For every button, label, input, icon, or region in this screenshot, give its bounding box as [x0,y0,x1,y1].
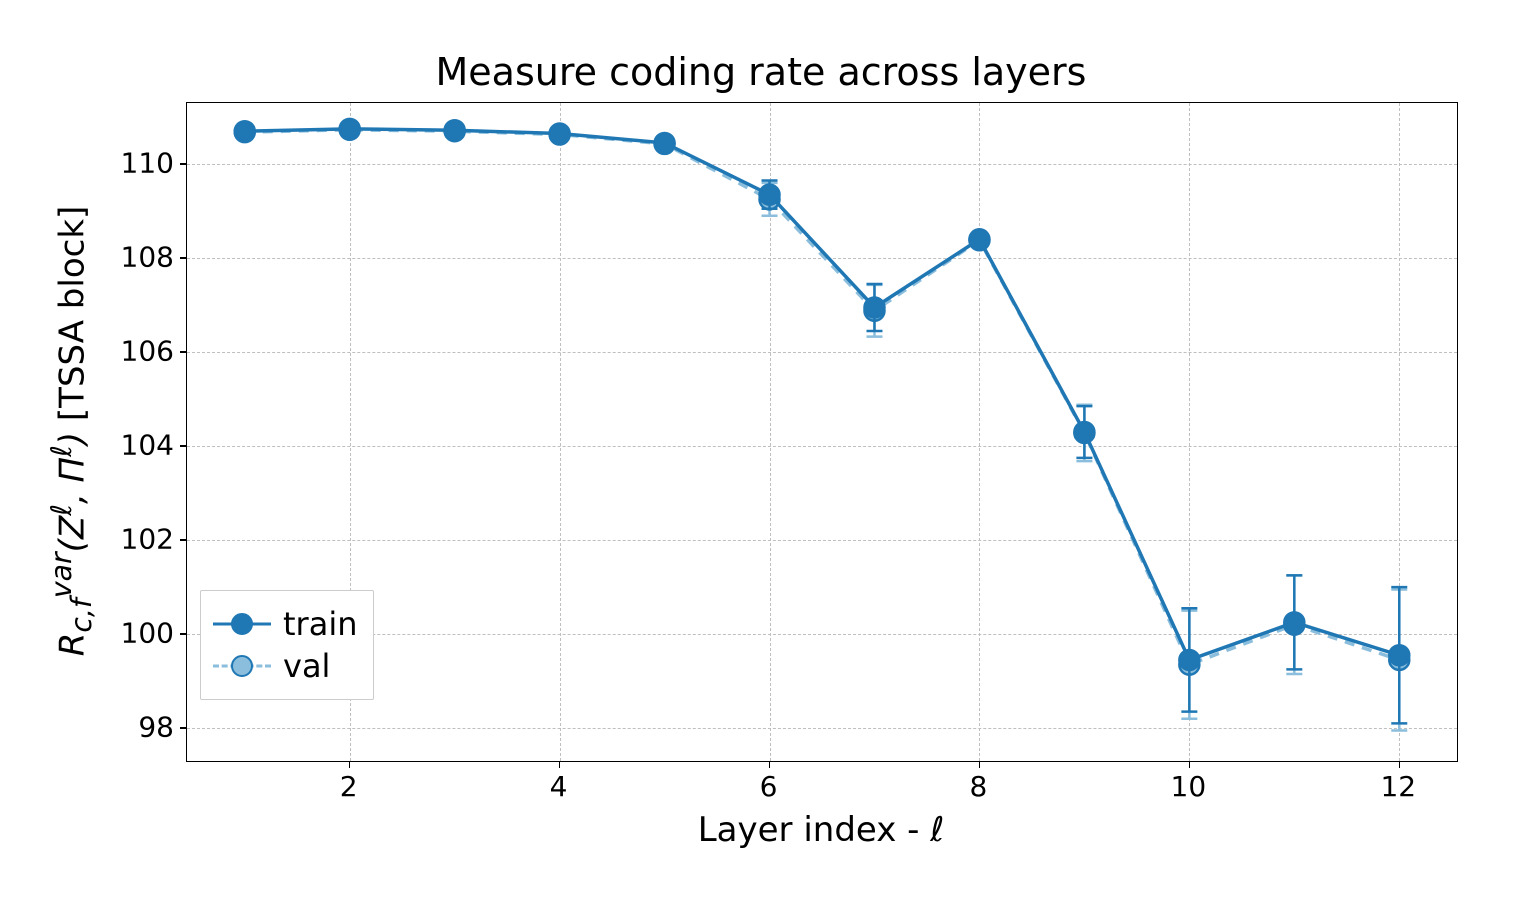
legend-entry-train: train [213,605,357,643]
x-tick-label: 12 [1380,770,1416,803]
marker-train [340,119,360,139]
tick-mark-y [180,445,187,447]
x-tick-label: 6 [760,770,778,803]
x-tick-label: 10 [1171,770,1207,803]
legend-entry-val: val [213,647,357,685]
marker-train [760,185,780,205]
series-val [235,120,1410,731]
legend-swatch-val [213,655,271,677]
y-tick-label: 100 [121,617,174,650]
x-axis-label: Layer index - ℓ [698,810,945,850]
tick-mark-y [180,633,187,635]
marker-train [1179,650,1199,670]
tick-mark-y [180,351,187,353]
marker-train [969,229,989,249]
tick-mark-x [979,761,981,768]
tick-mark-x [1399,761,1401,768]
chart-title: Measure coding rate across layers [0,50,1522,94]
figure: Measure coding rate across layers Rc,fva… [0,0,1522,913]
y-tick-label: 104 [121,429,174,462]
x-tick-label: 8 [970,770,988,803]
legend-label-train: train [283,605,357,643]
series-train [235,119,1410,724]
tick-mark-y [180,539,187,541]
marker-train [1389,645,1409,665]
legend-label-val: val [283,647,330,685]
marker-train [445,120,465,140]
legend: train val [200,590,374,700]
x-tick-label: 4 [550,770,568,803]
y-tick-label: 106 [121,335,174,368]
tick-mark-y [180,163,187,165]
legend-swatch-train [213,613,271,635]
plot-svg [187,103,1457,761]
y-tick-label: 102 [121,523,174,556]
marker-train [1284,612,1304,632]
plot-area [186,102,1458,762]
tick-mark-x [769,761,771,768]
series-line-train [245,129,1400,660]
series-line-val [245,130,1400,665]
marker-train [1074,422,1094,442]
tick-mark-y [180,257,187,259]
marker-train [864,297,884,317]
marker-train [235,121,255,141]
y-tick-label: 108 [121,241,174,274]
y-tick-label: 98 [138,711,174,744]
marker-train [550,124,570,144]
tick-mark-x [559,761,561,768]
tick-mark-y [180,727,187,729]
marker-train [655,133,675,153]
x-tick-label: 2 [340,770,358,803]
y-tick-label: 110 [121,147,174,180]
tick-mark-x [1189,761,1191,768]
tick-mark-x [349,761,351,768]
y-axis-label: Rc,fvar(Zℓ, Πℓ) [TSSA block] [45,206,98,657]
